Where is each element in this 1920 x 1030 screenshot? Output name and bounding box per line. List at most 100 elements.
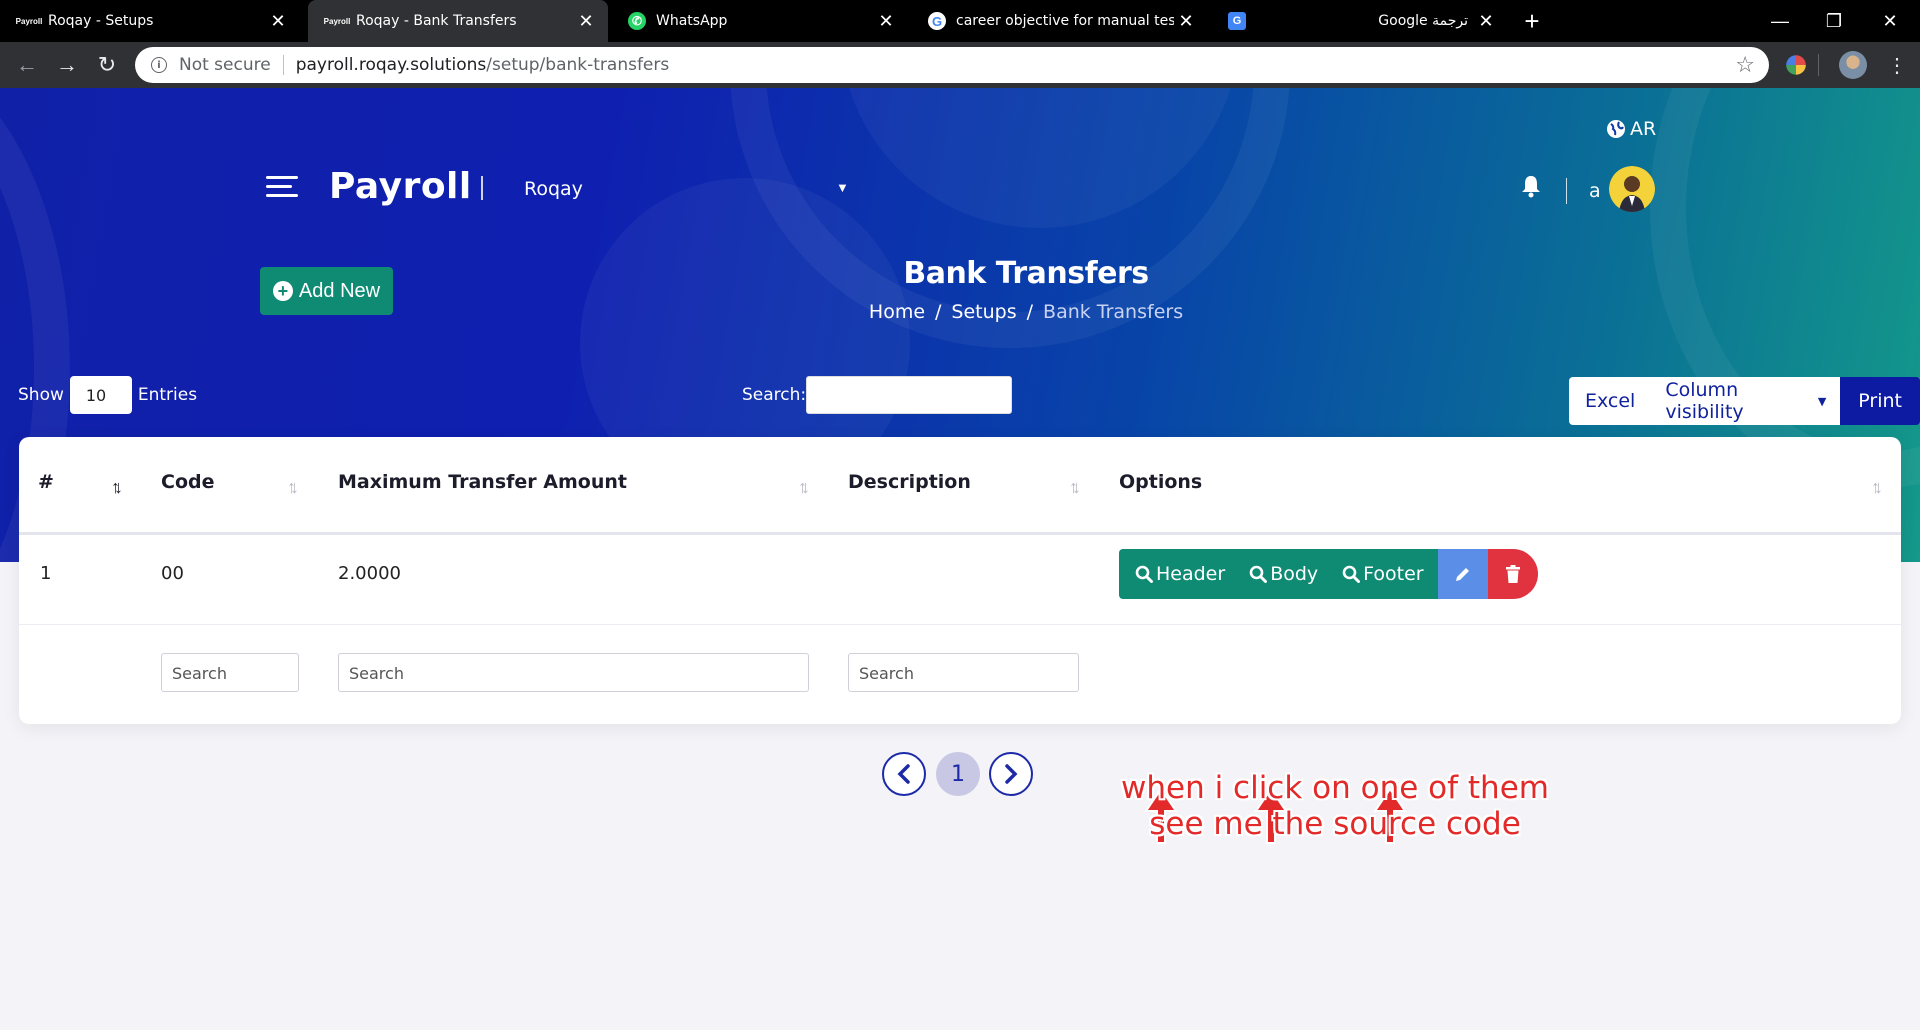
sort-icon[interactable]: ↑↓ — [1871, 477, 1883, 498]
trash-icon — [1505, 565, 1520, 583]
extension-icon[interactable] — [1786, 55, 1806, 75]
chevron-down-icon[interactable]: ▼ — [836, 180, 849, 195]
column-header-description[interactable]: Description — [848, 471, 971, 493]
code-search-input[interactable]: Search — [161, 653, 299, 692]
excel-button[interactable]: Excel — [1569, 377, 1652, 425]
language-label: AR — [1630, 118, 1657, 140]
reload-icon[interactable]: ↻ — [92, 50, 122, 80]
search-input[interactable] — [806, 376, 1012, 414]
close-window-icon[interactable]: ✕ — [1862, 0, 1918, 42]
cell-number: 1 — [40, 563, 52, 584]
browser-toolbar: ← → ↻ i Not secure payroll.roqay.solutio… — [0, 42, 1920, 88]
column-header-number[interactable]: # — [38, 471, 54, 493]
profile-avatar-icon[interactable] — [1839, 51, 1867, 79]
edit-button[interactable] — [1437, 549, 1488, 599]
tab-title: Roqay - Setups — [48, 13, 154, 29]
browser-tab-bar: Payroll Roqay - Setups ✕ Payroll Roqay -… — [0, 0, 1920, 42]
payroll-favicon-icon: Payroll — [15, 16, 43, 26]
toolbar-divider — [1818, 54, 1819, 76]
tab-title: Roqay - Bank Transfers — [356, 13, 517, 29]
google-icon: G — [928, 12, 946, 30]
body-button[interactable]: Body — [1237, 549, 1331, 599]
address-bar[interactable]: i Not secure payroll.roqay.solutions /se… — [135, 47, 1769, 83]
close-tab-icon[interactable]: ✕ — [1474, 9, 1498, 33]
sort-icon[interactable]: ↑↓ — [287, 477, 299, 498]
page-title: Bank Transfers — [903, 256, 1149, 291]
info-icon[interactable]: i — [151, 57, 167, 73]
page-1-button[interactable]: 1 — [936, 752, 980, 796]
column-header-code[interactable]: Code — [161, 471, 214, 493]
close-tab-icon[interactable]: ✕ — [874, 9, 898, 33]
forward-icon[interactable]: → — [52, 50, 82, 80]
description-search-input[interactable]: Search — [848, 653, 1079, 692]
print-button[interactable]: Print — [1840, 377, 1920, 425]
footer-button-label: Footer — [1363, 563, 1424, 585]
close-tab-icon[interactable]: ✕ — [1174, 9, 1198, 33]
sort-icon[interactable]: ↑↓ — [111, 477, 123, 498]
bookmark-star-icon[interactable]: ☆ — [1735, 53, 1755, 78]
export-button-group: Excel Column visibility ▼ Print — [1569, 377, 1920, 425]
tab-title: Google ترجمة — [1378, 13, 1468, 29]
column-visibility-button[interactable]: Column visibility ▼ — [1651, 377, 1841, 425]
user-name[interactable]: a — [1589, 180, 1601, 202]
max-amount-search-input[interactable]: Search — [338, 653, 809, 692]
avatar[interactable] — [1609, 166, 1655, 212]
new-tab-button[interactable]: + — [1517, 6, 1547, 36]
next-page-button[interactable] — [989, 752, 1033, 796]
tab-bank-transfers[interactable]: Payroll Roqay - Bank Transfers ✕ — [308, 0, 608, 42]
chevron-right-icon — [1005, 764, 1018, 784]
column-header-options[interactable]: Options — [1119, 471, 1202, 493]
close-tab-icon[interactable]: ✕ — [266, 9, 290, 33]
tab-title: WhatsApp — [656, 13, 728, 29]
annotation-line-1: when i click on one of them — [1121, 770, 1549, 806]
sort-icon[interactable]: ↑↓ — [1069, 477, 1081, 498]
page-content: Payroll Roqay ▼ AR a + Add New Bank Tran… — [0, 88, 1920, 1030]
bell-icon[interactable] — [1520, 174, 1542, 203]
breadcrumb-home[interactable]: Home — [869, 301, 925, 323]
header-button[interactable]: Header — [1119, 549, 1238, 599]
search-icon — [1342, 565, 1361, 583]
breadcrumb: Home / Setups / Bank Transfers — [0, 301, 1920, 323]
header-divider — [1566, 178, 1567, 204]
cell-code: 00 — [161, 563, 184, 584]
pencil-icon — [1455, 568, 1469, 581]
column-header-max-amount[interactable]: Maximum Transfer Amount — [338, 471, 627, 493]
sidebar-toggle-icon[interactable] — [266, 176, 298, 198]
sort-icon[interactable]: ↑↓ — [798, 477, 810, 498]
tab-roqay-setups[interactable]: Payroll Roqay - Setups ✕ — [0, 0, 300, 42]
header-divider — [19, 532, 1901, 535]
tab-whatsapp[interactable]: ✆ WhatsApp ✕ — [608, 0, 908, 42]
row-actions: Header Body Footer — [1119, 549, 1538, 599]
entries-select[interactable]: 10 — [69, 376, 132, 414]
minimize-window-icon[interactable]: — — [1752, 0, 1808, 42]
payroll-favicon-icon: Payroll — [323, 16, 351, 26]
chevron-down-icon: ▼ — [1817, 394, 1827, 408]
annotation-text: when i click on one of them see me the s… — [1090, 770, 1580, 842]
back-icon[interactable]: ← — [12, 50, 42, 80]
tab-google-search[interactable]: G career objective for manual testin ✕ — [908, 0, 1208, 42]
url-path: /setup/bank-transfers — [486, 55, 670, 75]
url-host: payroll.roqay.solutions — [295, 55, 487, 75]
google-translate-icon: G — [1228, 12, 1246, 30]
company-select[interactable]: Roqay — [524, 178, 583, 200]
address-divider — [282, 55, 284, 75]
breadcrumb-setups[interactable]: Setups — [951, 301, 1016, 323]
tab-google-translate[interactable]: G Google ترجمة ✕ — [1208, 0, 1508, 42]
search-icon — [1249, 565, 1268, 583]
footer-button[interactable]: Footer — [1330, 549, 1438, 599]
header-button-label: Header — [1156, 563, 1226, 585]
show-label: Show — [18, 385, 64, 405]
breadcrumb-current: Bank Transfers — [1043, 301, 1184, 323]
brand-logo[interactable]: Payroll — [329, 166, 472, 207]
language-switch[interactable]: AR — [1606, 118, 1656, 140]
body-button-label: Body — [1270, 563, 1319, 585]
restore-window-icon[interactable]: ❐ — [1806, 0, 1862, 42]
browser-menu-icon[interactable]: ⋮ — [1882, 50, 1912, 80]
previous-page-button[interactable] — [882, 752, 926, 796]
row-divider — [19, 624, 1901, 625]
security-label: Not secure — [179, 55, 271, 75]
breadcrumb-separator: / — [935, 301, 942, 323]
delete-button[interactable] — [1487, 549, 1538, 599]
tab-title: career objective for manual testin — [956, 13, 1174, 29]
close-tab-icon[interactable]: ✕ — [574, 9, 598, 33]
